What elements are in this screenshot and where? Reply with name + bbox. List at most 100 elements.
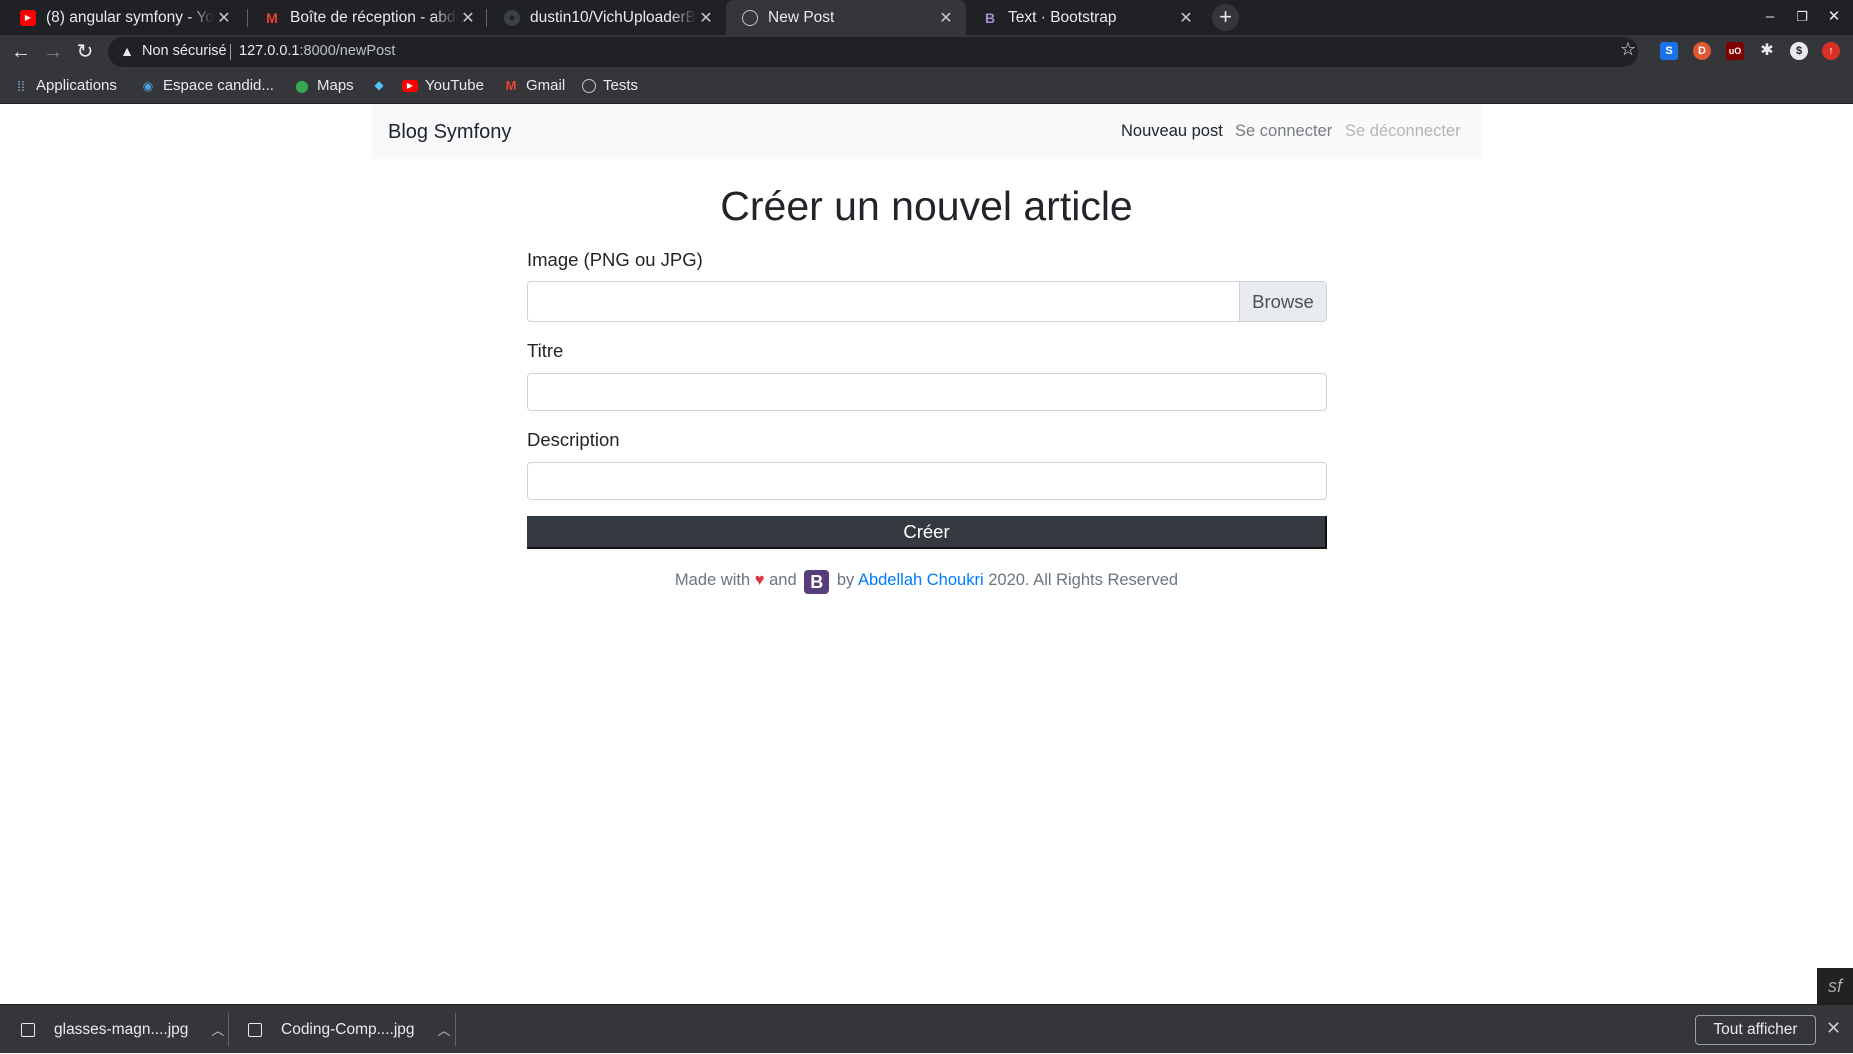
bookmark-espace-candid[interactable]: ◉ Espace candid... bbox=[140, 77, 274, 94]
bookmark-youtube[interactable]: ▶ YouTube bbox=[402, 77, 484, 94]
heart-icon: ♥ bbox=[754, 571, 765, 589]
close-icon[interactable]: ✕ bbox=[936, 8, 956, 28]
gmail-icon: M bbox=[505, 78, 517, 93]
bootstrap-icon: B bbox=[804, 570, 830, 594]
bookmark-label: Applications bbox=[36, 77, 117, 94]
download-filename: Coding-Comp....jpg bbox=[281, 1020, 415, 1038]
maps-icon: ⬤ bbox=[295, 78, 309, 93]
bookmark-star-icon[interactable]: ☆ bbox=[1620, 39, 1636, 60]
nav-new-post[interactable]: Nouveau post bbox=[1121, 122, 1223, 141]
footer-and: and bbox=[769, 571, 797, 589]
url-path: :8000/newPost bbox=[299, 43, 396, 59]
youtube-icon: ▶ bbox=[20, 9, 36, 26]
profile-avatar[interactable]: $ bbox=[1790, 42, 1808, 60]
footer-rights: 2020. All Rights Reserved bbox=[988, 571, 1179, 589]
download-item[interactable]: glasses-magn....jpg ︿ bbox=[21, 1005, 224, 1054]
symfony-toolbar-icon[interactable]: sf bbox=[1817, 968, 1853, 1004]
footer-made-with: Made with bbox=[674, 571, 751, 589]
tab-gmail[interactable]: M Boîte de réception - abdellah ✕ bbox=[248, 0, 488, 35]
show-all-button[interactable]: Tout afficher bbox=[1695, 1015, 1816, 1045]
reload-icon[interactable]: ↻ bbox=[72, 39, 98, 65]
security-status[interactable]: Non sécurisé bbox=[142, 43, 227, 59]
download-filename: glasses-magn....jpg bbox=[54, 1020, 189, 1038]
extensions-puzzle-icon[interactable]: ✱ bbox=[1758, 42, 1776, 60]
minimize-icon[interactable]: – bbox=[1758, 6, 1782, 28]
tab-github[interactable]: ● dustin10/VichUploaderBundle ✕ bbox=[488, 0, 726, 35]
update-icon[interactable]: ↑ bbox=[1822, 42, 1840, 60]
page-footer: Made with ♥ and B by Abdellah Choukri 20… bbox=[0, 570, 1853, 594]
tab-title: New Post bbox=[768, 8, 835, 26]
author-link[interactable]: Abdellah Choukri bbox=[858, 571, 984, 589]
bookmark-label: YouTube bbox=[425, 77, 484, 94]
browser-toolbar: ← → ↻ ▲ Non sécurisé 127.0.0.1:8000/newP… bbox=[0, 35, 1853, 69]
close-icon[interactable]: ✕ bbox=[1176, 8, 1196, 28]
diamond-icon: ◆ bbox=[374, 78, 384, 92]
tab-title: dustin10/VichUploaderBundle bbox=[530, 8, 696, 26]
back-icon[interactable]: ← bbox=[8, 39, 34, 65]
description-label: Description bbox=[527, 429, 620, 450]
image-file-input[interactable]: Browse bbox=[527, 281, 1327, 322]
close-icon[interactable]: ✕ bbox=[696, 8, 716, 28]
address-bar[interactable]: ▲ Non sécurisé 127.0.0.1:8000/newPost bbox=[108, 37, 1638, 67]
bookmark-gmail[interactable]: M Gmail bbox=[503, 77, 566, 94]
globe-icon bbox=[582, 78, 596, 93]
tab-new-post[interactable]: New Post ✕ bbox=[726, 0, 966, 35]
espace-icon: ◉ bbox=[142, 78, 154, 93]
tab-title: Text · Bootstrap bbox=[1008, 8, 1117, 26]
download-separator bbox=[455, 1013, 456, 1046]
url-text[interactable]: 127.0.0.1:8000/newPost bbox=[239, 43, 395, 59]
tab-separator bbox=[486, 9, 487, 27]
image-label: Image (PNG ou JPG) bbox=[527, 249, 703, 270]
nav-login[interactable]: Se connecter bbox=[1235, 122, 1332, 141]
close-icon[interactable]: ✕ bbox=[1826, 1018, 1841, 1039]
download-item[interactable]: Coding-Comp....jpg ︿ bbox=[248, 1005, 451, 1054]
tab-title: Boîte de réception - abdellah bbox=[290, 8, 458, 26]
bookmark-tests[interactable]: Tests bbox=[582, 77, 638, 94]
address-divider bbox=[230, 44, 231, 60]
tab-youtube[interactable]: ▶ (8) angular symfony - YouTube ✕ bbox=[4, 0, 244, 35]
bookmark-diamond[interactable]: ◆ bbox=[371, 77, 394, 93]
site-navbar: Blog Symfony Nouveau post Se connecter S… bbox=[372, 104, 1482, 159]
bookmark-label: Gmail bbox=[526, 77, 566, 94]
tab-title: (8) angular symfony - YouTube bbox=[46, 8, 214, 26]
bootstrap-icon: B bbox=[984, 9, 996, 26]
url-host: 127.0.0.1 bbox=[239, 43, 300, 59]
page-title: Créer un nouvel article bbox=[720, 183, 1133, 229]
nav-logout[interactable]: Se déconnecter bbox=[1345, 122, 1461, 141]
gmail-icon: M bbox=[266, 9, 278, 26]
file-icon bbox=[21, 1022, 35, 1037]
footer-by: by bbox=[836, 571, 855, 589]
globe-icon bbox=[742, 9, 758, 26]
forward-icon[interactable]: → bbox=[40, 39, 66, 65]
window-close-icon[interactable]: ✕ bbox=[1822, 6, 1846, 28]
github-icon: ● bbox=[504, 9, 520, 26]
bookmarks-bar: ⁞⁞ Applications ◉ Espace candid... ⬤ Map… bbox=[0, 69, 1853, 104]
bookmark-label: Maps bbox=[317, 77, 354, 94]
restore-icon[interactable]: ❐ bbox=[1790, 6, 1814, 28]
bookmark-maps[interactable]: ⬤ Maps bbox=[294, 77, 354, 94]
tab-bootstrap[interactable]: B Text · Bootstrap ✕ bbox=[966, 0, 1206, 35]
download-separator bbox=[228, 1013, 229, 1046]
site-brand[interactable]: Blog Symfony bbox=[388, 121, 511, 144]
duckduckgo-icon[interactable]: D bbox=[1693, 42, 1711, 60]
extension-s-icon[interactable]: S bbox=[1660, 42, 1678, 60]
chevron-up-icon[interactable]: ︿ bbox=[211, 1020, 224, 1039]
bookmark-label: Espace candid... bbox=[163, 77, 274, 94]
ublock-icon[interactable]: uO bbox=[1726, 42, 1744, 60]
bookmark-applications[interactable]: ⁞⁞ Applications bbox=[13, 77, 117, 94]
bookmark-label: Tests bbox=[603, 77, 639, 94]
apps-grid-icon: ⁞⁞ bbox=[17, 77, 25, 94]
browse-button[interactable]: Browse bbox=[1239, 282, 1326, 321]
description-input[interactable] bbox=[527, 462, 1327, 500]
file-icon bbox=[248, 1022, 262, 1037]
close-icon[interactable]: ✕ bbox=[214, 8, 234, 28]
new-tab-button[interactable]: + bbox=[1212, 4, 1239, 31]
title-input[interactable] bbox=[527, 373, 1327, 411]
tab-strip: ▶ (8) angular symfony - YouTube ✕ M Boît… bbox=[0, 0, 1853, 35]
downloads-bar: glasses-magn....jpg ︿ Coding-Comp....jpg… bbox=[0, 1004, 1853, 1053]
chevron-up-icon[interactable]: ︿ bbox=[438, 1020, 451, 1039]
create-button[interactable]: Créer bbox=[527, 516, 1327, 549]
youtube-icon: ▶ bbox=[402, 79, 418, 92]
close-icon[interactable]: ✕ bbox=[458, 8, 478, 28]
warning-icon[interactable]: ▲ bbox=[118, 43, 136, 61]
